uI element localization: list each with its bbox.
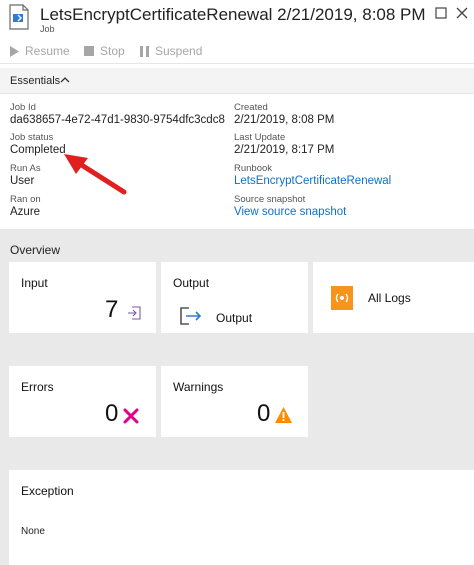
resume-label: Resume — [25, 44, 70, 58]
source-snapshot-label: Source snapshot — [234, 194, 306, 205]
exception-title: Exception — [21, 484, 74, 498]
errors-title: Errors — [21, 380, 54, 394]
ran-on-label: Ran on — [10, 194, 41, 205]
input-count: 7 — [105, 296, 119, 323]
pause-icon — [140, 45, 149, 57]
input-tile[interactable]: Input 7 — [9, 262, 156, 333]
suspend-label: Suspend — [155, 44, 203, 58]
last-update-value: 2/21/2019, 8:17 PM — [234, 144, 335, 156]
job-status-value: Completed — [10, 144, 66, 156]
exception-tile: Exception None — [9, 470, 474, 565]
command-toolbar: Resume Stop Suspend — [0, 38, 474, 64]
warnings-count: 0 — [257, 400, 271, 427]
runbook-link[interactable]: LetsEncryptCertificateRenewal — [234, 175, 391, 187]
output-label: Output — [216, 311, 253, 325]
error-x-icon — [123, 408, 139, 424]
essentials-toggle[interactable]: Essentials — [0, 68, 474, 94]
overview-title: Overview — [10, 243, 61, 257]
exception-value: None — [21, 526, 45, 537]
output-tile[interactable]: Output Output — [161, 262, 308, 333]
essentials-label: Essentials — [10, 75, 61, 87]
input-title: Input — [21, 276, 48, 290]
play-icon — [10, 45, 19, 57]
output-icon — [180, 307, 202, 325]
overview-section: Overview Input 7 Output Output All Logs … — [0, 229, 474, 565]
created-value: 2/21/2019, 8:08 PM — [234, 114, 335, 126]
suspend-button[interactable]: Suspend — [140, 43, 202, 59]
logs-icon — [331, 286, 353, 310]
run-as-value: User — [10, 175, 35, 187]
input-icon — [128, 306, 141, 320]
page-title: LetsEncryptCertificateRenewal 2/21/2019,… — [40, 5, 426, 24]
page-subtitle: Job — [40, 24, 55, 34]
all-logs-label: All Logs — [368, 291, 411, 305]
resume-button[interactable]: Resume — [10, 43, 70, 59]
ran-on-value: Azure — [10, 206, 41, 218]
job-id-value: da638657-4e72-47d1-9830-9754dfc3cdc8 — [10, 114, 225, 126]
warning-icon — [275, 407, 292, 423]
job-status-label: Job status — [10, 132, 54, 143]
chevron-up-icon — [60, 77, 70, 83]
output-title: Output — [173, 276, 210, 290]
blade-header: LetsEncryptCertificateRenewal 2/21/2019,… — [0, 0, 474, 36]
job-id-label: Job Id — [10, 102, 36, 113]
stop-icon — [84, 46, 94, 56]
errors-count: 0 — [105, 400, 119, 427]
all-logs-tile[interactable]: All Logs — [313, 262, 474, 333]
source-snapshot-link[interactable]: View source snapshot — [234, 206, 346, 218]
annotation-arrow — [64, 154, 127, 195]
runbook-job-icon — [9, 4, 29, 30]
warnings-tile[interactable]: Warnings 0 — [161, 366, 308, 437]
errors-tile[interactable]: Errors 0 — [9, 366, 156, 437]
stop-label: Stop — [100, 44, 125, 58]
created-label: Created — [234, 102, 268, 113]
close-icon[interactable] — [455, 6, 469, 20]
last-update-label: Last Update — [234, 132, 286, 143]
maximize-icon[interactable] — [434, 6, 448, 20]
run-as-label: Run As — [10, 163, 41, 174]
runbook-label: Runbook — [234, 163, 273, 174]
warnings-title: Warnings — [173, 380, 224, 394]
stop-button[interactable]: Stop — [84, 43, 125, 59]
